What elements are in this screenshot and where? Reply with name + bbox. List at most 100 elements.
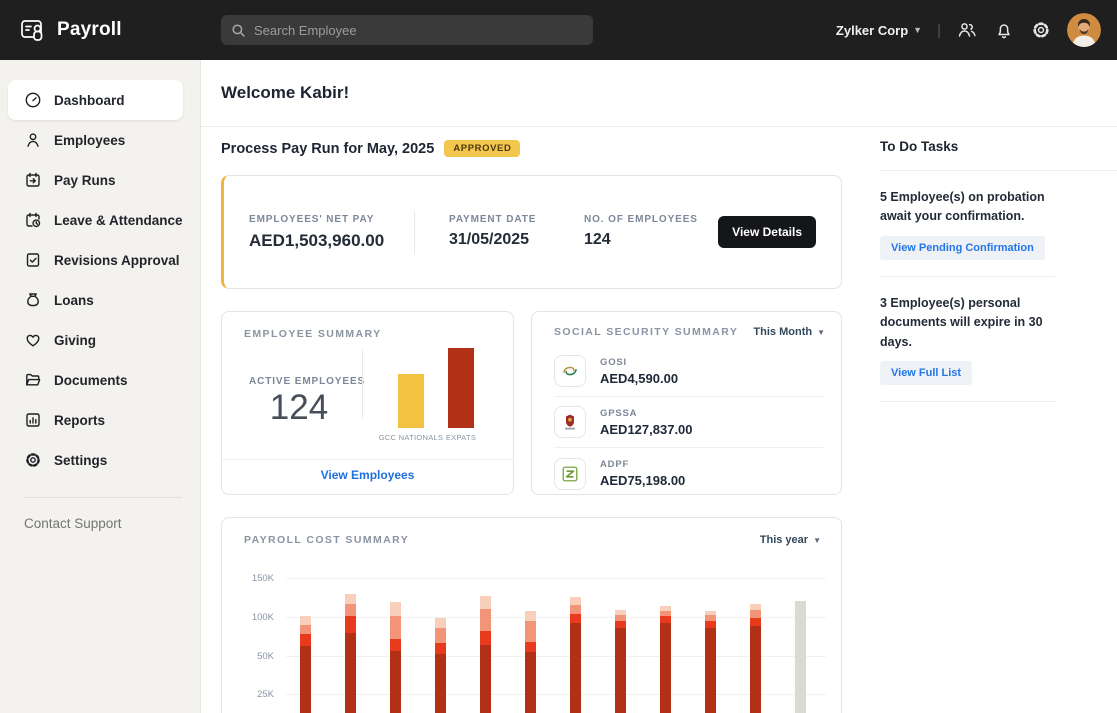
todo-task-text: 5 Employee(s) on probation await your co… xyxy=(880,188,1075,227)
social-security-rows: GOSIAED4,590.00GPSSAAED127,837.00ADPFAED… xyxy=(554,346,823,499)
employee-card-divider xyxy=(362,350,363,418)
segment-red xyxy=(300,634,311,646)
payroll-logo-icon xyxy=(20,17,47,44)
segment-pink xyxy=(480,596,491,609)
gridline xyxy=(286,656,826,657)
y-axis-tick: 150K xyxy=(232,573,274,584)
stacked-bar-month-9 xyxy=(660,606,671,713)
social-security-period-dropdown[interactable]: This Month ▼ xyxy=(753,326,825,338)
payrun-card: EMPLOYEES' NET PAY AED1,503,960.00 PAYME… xyxy=(221,175,842,289)
stacked-bar-month-10 xyxy=(705,611,716,713)
segment-dark xyxy=(615,628,626,713)
sidebar-item-leave-attendance[interactable]: Leave & Attendance xyxy=(8,200,183,240)
segment-red xyxy=(750,618,761,626)
dashboard-icon xyxy=(24,91,42,109)
chevron-down-icon: ▼ xyxy=(913,25,922,35)
segment-pink xyxy=(300,616,311,625)
stacked-bar-month-4 xyxy=(435,618,446,713)
chevron-down-icon: ▼ xyxy=(813,536,821,545)
payroll-cost-period-dropdown[interactable]: This year ▼ xyxy=(760,534,821,546)
segment-salmon xyxy=(390,616,401,639)
fund-amount: AED75,198.00 xyxy=(600,473,685,488)
page-title: Welcome Kabir! xyxy=(221,83,349,103)
segment-dark xyxy=(525,652,536,713)
gear-icon[interactable] xyxy=(1030,19,1052,41)
bell-icon[interactable] xyxy=(993,19,1015,41)
todo-action-button[interactable]: View Full List xyxy=(880,361,972,385)
sidebar-item-giving[interactable]: Giving xyxy=(8,320,183,360)
adpf-logo-icon xyxy=(554,458,586,490)
payroll-cost-title: PAYROLL COST SUMMARY xyxy=(244,534,409,546)
segment-red xyxy=(480,631,491,645)
fund-name: GPSSA xyxy=(600,408,693,419)
segment-pink xyxy=(345,594,356,604)
sidebar-item-revisions-approval[interactable]: Revisions Approval xyxy=(8,240,183,280)
employee-count-label: NO. OF EMPLOYEES xyxy=(584,214,698,225)
sidebar-item-employees[interactable]: Employees xyxy=(8,120,183,160)
dashboard-content: Process Pay Run for May, 2025 APPROVED E… xyxy=(201,127,1117,713)
people-icon[interactable] xyxy=(956,19,978,41)
app-title: Payroll xyxy=(57,19,122,41)
sidebar-item-settings[interactable]: Settings xyxy=(8,440,183,480)
segment-salmon xyxy=(345,604,356,616)
sidebar-item-loans[interactable]: Loans xyxy=(8,280,183,320)
org-switcher[interactable]: Zylker Corp ▼ xyxy=(836,23,922,38)
stacked-bar-month-3 xyxy=(390,602,401,713)
sidebar-item-reports[interactable]: Reports xyxy=(8,400,183,440)
sidebar-divider xyxy=(24,497,182,498)
todo-task-text: 3 Employee(s) personal documents will ex… xyxy=(880,294,1075,352)
segment-red xyxy=(525,642,536,652)
gpssa-logo-icon xyxy=(554,406,586,438)
contact-support-link[interactable]: Contact Support xyxy=(24,516,200,531)
stacked-bar-month-1 xyxy=(300,616,311,713)
sidebar-item-label: Dashboard xyxy=(54,93,125,108)
segment-pink xyxy=(435,618,446,628)
todo-action-button[interactable]: View Pending Confirmation xyxy=(880,236,1045,260)
stacked-bar-month-2 xyxy=(345,594,356,713)
gridline xyxy=(286,694,826,695)
topbar: Payroll Zylker Corp ▼ | xyxy=(0,0,1117,60)
sidebar-item-label: Reports xyxy=(54,413,105,428)
segment-red xyxy=(660,616,671,623)
sidebar-item-label: Settings xyxy=(54,453,107,468)
loans-icon xyxy=(24,291,42,309)
search-bar[interactable] xyxy=(221,15,593,45)
segment-dark xyxy=(345,633,356,713)
search-input[interactable] xyxy=(254,23,583,38)
social-security-row-gosi: GOSIAED4,590.00 xyxy=(554,346,823,397)
net-pay-value: AED1,503,960.00 xyxy=(249,231,384,251)
topbar-separator: | xyxy=(937,22,941,39)
sidebar-item-label: Employees xyxy=(54,133,125,148)
stacked-bar-month-6 xyxy=(525,611,536,713)
employees-icon xyxy=(24,131,42,149)
todo-panel: To Do Tasks 5 Employee(s) on probation a… xyxy=(880,127,1117,402)
segment-pink xyxy=(570,597,581,605)
view-employees-link[interactable]: View Employees xyxy=(222,468,513,482)
segment-dark xyxy=(435,654,446,713)
view-details-button[interactable]: View Details xyxy=(718,216,816,248)
sidebar-item-documents[interactable]: Documents xyxy=(8,360,183,400)
sidebar-item-dashboard[interactable]: Dashboard xyxy=(8,80,183,120)
segment-red xyxy=(345,616,356,633)
bar-category-label: EXPATS xyxy=(421,433,501,442)
main-area: Welcome Kabir! Process Pay Run for May, … xyxy=(201,60,1117,713)
projected-bar xyxy=(795,601,806,713)
sidebar-nav: Dashboard Employees Pay Runs Leave & Attend… xyxy=(0,80,200,480)
segment-red xyxy=(705,621,716,628)
sidebar-item-label: Documents xyxy=(54,373,128,388)
segment-salmon xyxy=(480,609,491,631)
sidebar-item-label: Pay Runs xyxy=(54,173,116,188)
sidebar-item-pay-runs[interactable]: Pay Runs xyxy=(8,160,183,200)
segment-salmon xyxy=(300,625,311,634)
segment-pink xyxy=(525,611,536,621)
period-value: This year xyxy=(760,534,808,546)
leave-attendance-icon xyxy=(24,211,42,229)
todo-divider xyxy=(880,276,1055,277)
segment-pink xyxy=(390,602,401,616)
avatar[interactable] xyxy=(1067,13,1101,47)
payment-date-stat: PAYMENT DATE 31/05/2025 xyxy=(449,214,536,249)
net-pay-stat: EMPLOYEES' NET PAY AED1,503,960.00 xyxy=(249,214,384,251)
app-brand: Payroll xyxy=(0,17,122,44)
stacked-bar-month-8 xyxy=(615,610,626,713)
segment-salmon xyxy=(525,621,536,642)
